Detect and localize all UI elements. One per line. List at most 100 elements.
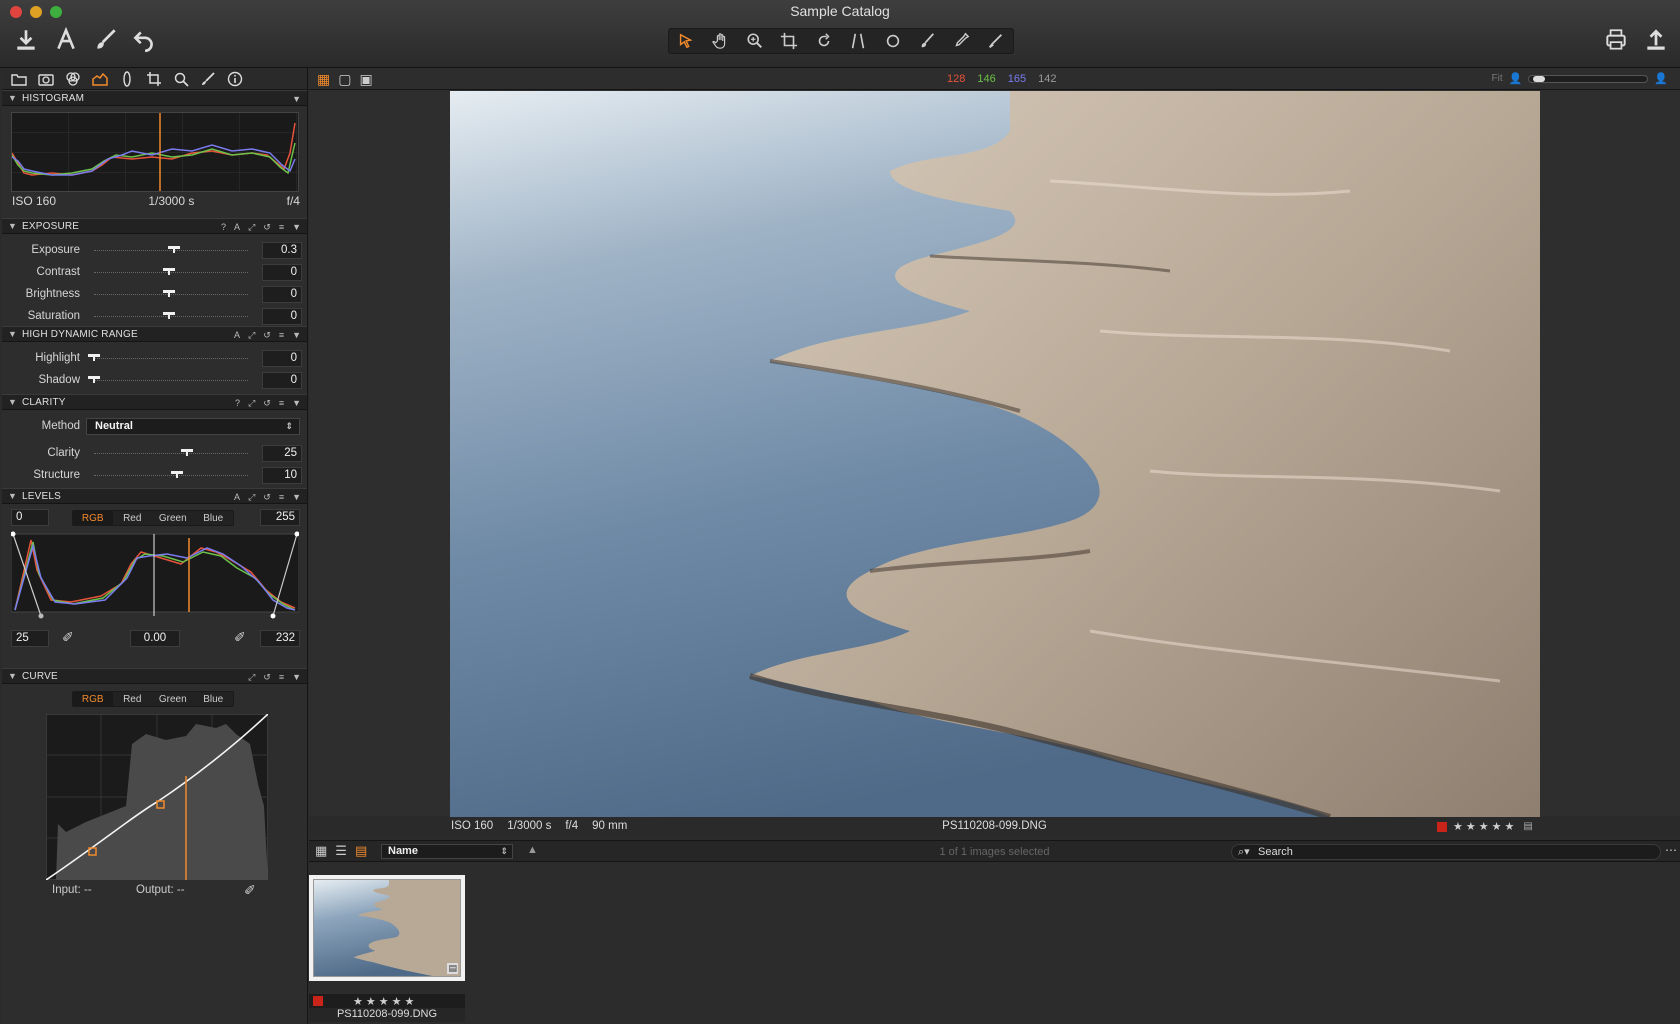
crop-tool[interactable] (772, 29, 806, 53)
curve-channel-rgb[interactable]: RGB (73, 692, 113, 706)
levels-channel-red[interactable]: Red (113, 511, 153, 525)
clarity-slider[interactable] (94, 453, 248, 454)
search-field[interactable]: ⌕▾ Search (1231, 844, 1661, 860)
white-point-eyedropper-icon[interactable]: ✐ (234, 629, 246, 646)
levels-input-high[interactable]: 255 (260, 509, 300, 526)
copy-apply-icon[interactable]: ⤢ (248, 492, 255, 503)
curve-graph[interactable] (45, 713, 269, 881)
slider-knob[interactable] (88, 376, 100, 383)
tab-exposure[interactable] (91, 70, 109, 88)
levels-channel-green[interactable]: Green (152, 511, 193, 525)
text-tool-button[interactable] (50, 24, 82, 56)
levels-output-low[interactable]: 25 (11, 630, 49, 647)
shadow-slider[interactable] (94, 380, 248, 381)
local-brush-tool[interactable] (910, 29, 944, 53)
zoom-tool[interactable] (738, 29, 772, 53)
curve-channel-green[interactable]: Green (152, 692, 193, 706)
black-point-eyedropper-icon[interactable]: ✐ (62, 629, 74, 646)
clarity-value-field[interactable]: 25 (262, 445, 302, 462)
zoom-slider[interactable] (1528, 74, 1649, 83)
tab-adjustments[interactable] (199, 70, 217, 88)
single-view-icon[interactable]: ▢ (338, 72, 351, 86)
proof-view-icon[interactable]: ▣ (359, 72, 372, 86)
reset-icon[interactable]: ↺ (263, 330, 271, 341)
collapse-triangle-icon[interactable]: ▼ (8, 93, 22, 103)
levels-input-low[interactable]: 0 (11, 509, 49, 526)
panel-menu-icon[interactable]: ▼ (292, 330, 301, 340)
collapse-triangle-icon[interactable]: ▼ (8, 329, 22, 339)
zoom-slider-knob[interactable] (1533, 75, 1546, 82)
presets-icon[interactable]: ≡ (279, 492, 284, 502)
curve-channel-blue[interactable]: Blue (193, 692, 233, 706)
exposure-slider[interactable] (94, 250, 248, 251)
info-icon[interactable]: ▤ (1523, 821, 1532, 832)
levels-channel-blue[interactable]: Blue (193, 511, 233, 525)
presets-icon[interactable]: ≡ (279, 672, 284, 682)
panel-menu-icon[interactable]: ▼ (292, 672, 301, 682)
auto-icon[interactable]: A (234, 222, 240, 232)
undo-button[interactable] (128, 24, 160, 56)
panel-menu-icon[interactable]: ▼ (292, 222, 301, 232)
star-rating[interactable]: ★★★★★ (1453, 820, 1517, 833)
help-icon[interactable]: ? (235, 398, 240, 408)
copy-apply-icon[interactable]: ⤢ (248, 222, 255, 233)
slider-knob[interactable] (163, 312, 175, 319)
exposure-value-field[interactable]: 0.3 (262, 242, 302, 259)
thumb-color-tag[interactable] (313, 996, 323, 1006)
thumbnail[interactable]: ▤ (309, 875, 465, 981)
select-tool[interactable] (669, 29, 703, 53)
copy-apply-icon[interactable]: ⤢ (248, 330, 255, 341)
auto-icon[interactable]: A (234, 330, 240, 340)
tab-color[interactable] (64, 70, 82, 88)
slider-knob[interactable] (181, 449, 193, 456)
picker-tool[interactable] (979, 29, 1013, 53)
reset-icon[interactable]: ↺ (263, 222, 271, 233)
tab-capture[interactable] (37, 70, 55, 88)
tab-lens[interactable] (118, 70, 136, 88)
copy-apply-icon[interactable]: ⤢ (248, 672, 255, 683)
clarity-header[interactable]: ▼ CLARITY ? ⤢ ↺ ≡ ▼ (2, 394, 307, 410)
main-photo[interactable] (450, 91, 1540, 817)
saturation-slider[interactable] (94, 316, 248, 317)
presets-icon[interactable]: ≡ (279, 222, 284, 232)
hdr-header[interactable]: ▼ HIGH DYNAMIC RANGE A ⤢ ↺ ≡ ▼ (2, 326, 307, 342)
color-tag[interactable] (1437, 821, 1447, 832)
levels-midtone[interactable]: 0.00 (130, 630, 180, 647)
highlight-value-field[interactable]: 0 (262, 350, 302, 367)
collapse-triangle-icon[interactable]: ▼ (8, 671, 22, 681)
panel-menu-icon[interactable]: ▼ (292, 94, 301, 104)
panel-menu-icon[interactable]: ▼ (292, 492, 301, 502)
brightness-slider[interactable] (94, 294, 248, 295)
more-options-icon[interactable]: ⋯ (1665, 843, 1677, 857)
rotate-tool[interactable] (807, 29, 841, 53)
help-icon[interactable]: ? (221, 222, 226, 232)
export-button[interactable] (1640, 24, 1672, 56)
spot-tool[interactable] (875, 29, 909, 53)
tab-details[interactable] (172, 70, 190, 88)
slider-knob[interactable] (163, 290, 175, 297)
copy-apply-icon[interactable]: ⤢ (248, 398, 255, 409)
auto-icon[interactable]: A (234, 492, 240, 502)
contrast-slider[interactable] (94, 272, 248, 273)
curve-picker-icon[interactable]: ✐ (244, 882, 256, 899)
brightness-value-field[interactable]: 0 (262, 286, 302, 303)
highlight-slider[interactable] (94, 358, 248, 359)
presets-icon[interactable]: ≡ (279, 330, 284, 340)
tab-library[interactable] (10, 70, 28, 88)
collapse-triangle-icon[interactable]: ▼ (8, 491, 22, 501)
saturation-value-field[interactable]: 0 (262, 308, 302, 325)
keystone-tool[interactable] (841, 29, 875, 53)
exposure-header[interactable]: ▼ EXPOSURE ? A ⤢ ↺ ≡ ▼ (2, 218, 307, 234)
slider-knob[interactable] (88, 354, 100, 361)
shadow-value-field[interactable]: 0 (262, 372, 302, 389)
slider-knob[interactable] (167, 246, 180, 253)
slider-knob[interactable] (163, 268, 175, 275)
collapse-triangle-icon[interactable]: ▼ (8, 221, 22, 231)
histogram-header[interactable]: ▼ HISTOGRAM ▼ (2, 90, 307, 106)
structure-slider[interactable] (94, 475, 248, 476)
import-button[interactable] (10, 24, 42, 56)
levels-channel-rgb[interactable]: RGB (73, 511, 113, 525)
contrast-value-field[interactable]: 0 (262, 264, 302, 281)
collapse-triangle-icon[interactable]: ▼ (8, 397, 22, 407)
brush-button[interactable] (90, 24, 122, 56)
